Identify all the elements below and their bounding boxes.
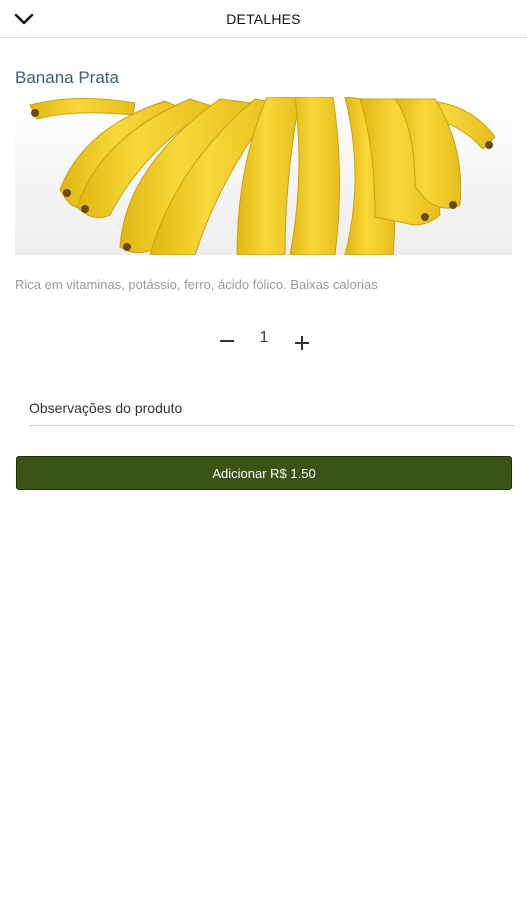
quantity-stepper: 1 [0,326,527,356]
minus-icon [220,340,234,342]
increase-quantity-button[interactable] [291,330,313,356]
product-description: Rica em vitaminas, potássio, ferro, ácid… [15,277,378,292]
plus-icon [295,336,309,350]
decrease-quantity-button[interactable] [216,328,238,354]
product-name: Banana Prata [15,68,119,87]
add-to-cart-button[interactable]: Adicionar R$ 1.50 [16,456,512,490]
top-bar: DETALHES [0,0,527,38]
product-notes-input[interactable] [29,390,514,426]
quantity-value: 1 [259,329,269,346]
product-image [15,97,512,255]
page-title: DETALHES [226,11,301,27]
